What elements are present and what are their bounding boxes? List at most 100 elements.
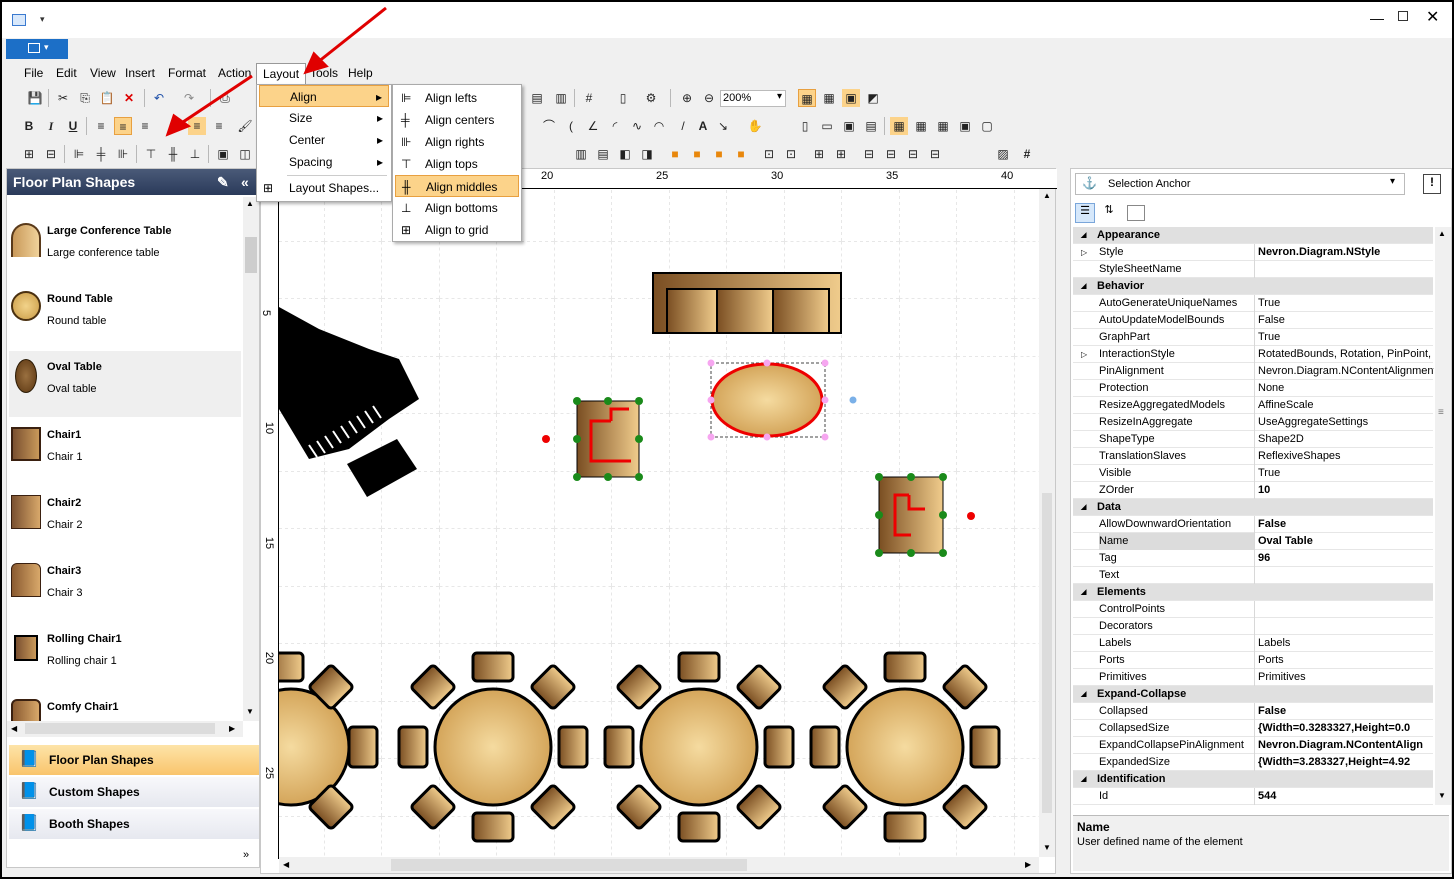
property-row[interactable]: ExpandedSize {Width=3.283327,Height=4.92 (1073, 754, 1433, 771)
bring-front-icon[interactable]: ▣ (214, 145, 232, 163)
print-icon[interactable]: ⎙ (216, 89, 234, 107)
property-row[interactable]: Tag 96 (1073, 550, 1433, 567)
app-menu-button[interactable]: ▾ (6, 39, 68, 59)
scroll-up-icon[interactable]: ▲ (246, 199, 254, 208)
save-document-icon[interactable]: ▣ (840, 117, 858, 135)
property-row[interactable]: Visible True (1073, 465, 1433, 482)
property-value[interactable]: True (1258, 329, 1434, 346)
property-row[interactable]: ControlPoints (1073, 601, 1433, 618)
scroll-right-icon[interactable]: ▶ (229, 724, 235, 733)
category-booth[interactable]: 📘 Booth Shapes (9, 809, 259, 839)
align-lefts-icon[interactable]: ⊫ (70, 145, 88, 163)
view-grid-icon[interactable]: ▦ (890, 117, 908, 135)
text-tool-icon[interactable]: A (694, 117, 712, 135)
expand-icon[interactable]: ▷ (1081, 346, 1087, 363)
spacing-4-icon[interactable]: ⊟ (926, 145, 944, 163)
snap-grid-icon[interactable]: ▦ (798, 89, 816, 107)
menu-help[interactable]: Help (342, 64, 379, 82)
format-painter-icon[interactable]: 🖌 (236, 117, 254, 135)
property-pages-icon[interactable] (1127, 205, 1145, 221)
property-category[interactable]: ◢ Behavior (1073, 278, 1433, 295)
edit-icon[interactable]: ✎ (217, 169, 229, 195)
property-category[interactable]: ◢ Elements (1073, 584, 1433, 601)
menu-item-align-centers[interactable]: ╪ Align centers (395, 109, 519, 131)
menu-item-align-lefts[interactable]: ⊫ Align lefts (395, 87, 519, 109)
property-value[interactable]: True (1258, 465, 1434, 482)
spacing-1-icon[interactable]: ⊟ (860, 145, 878, 163)
property-category[interactable]: ◢ Expand-Collapse (1073, 686, 1433, 703)
property-value[interactable]: Nevron.Diagram.NContentAlign (1258, 737, 1434, 754)
property-row[interactable]: TranslationSlaves ReflexiveShapes (1073, 448, 1433, 465)
menu-item-layout-shapes[interactable]: ⊞ Layout Shapes... (259, 177, 389, 199)
zoom-out-icon[interactable]: ⊖ (700, 89, 718, 107)
property-row[interactable]: AutoUpdateModelBounds False (1073, 312, 1433, 329)
new-document-icon[interactable]: ▯ (796, 117, 814, 135)
property-row[interactable]: ExpandCollapsePinAlignment Nevron.Diagram… (1073, 737, 1433, 754)
diagram-drawing[interactable] (279, 189, 1055, 857)
page-icon[interactable]: ▯ (614, 89, 632, 107)
connector-tool-icon[interactable]: ↘ (714, 117, 732, 135)
list-item[interactable]: Chair1 Chair 1 (9, 419, 241, 485)
print-preview-icon[interactable]: ▤ (862, 117, 880, 135)
valign-bottom-icon[interactable]: ≡ (210, 117, 228, 135)
align-right-text-icon[interactable]: ≡ (136, 117, 154, 135)
property-value[interactable]: Shape2D (1258, 431, 1434, 448)
bold-icon[interactable]: B (20, 117, 38, 135)
align-centers-icon[interactable]: ╪ (92, 145, 110, 163)
scroll-left-icon[interactable]: ◀ (283, 860, 289, 869)
menu-item-align-to-grid[interactable]: ⊞ Align to grid (395, 219, 519, 241)
rotate-icon[interactable]: ◧ (616, 145, 634, 163)
property-value[interactable]: False (1258, 703, 1434, 720)
menu-item-align-rights[interactable]: ⊪ Align rights (395, 131, 519, 153)
property-row[interactable]: Ports Ports (1073, 652, 1433, 669)
gear-icon[interactable]: ⚙ (642, 89, 660, 107)
property-row[interactable]: ResizeAggregatedModels AffineScale (1073, 397, 1433, 414)
collapse-icon[interactable]: ◢ (1081, 499, 1086, 516)
view-tiles-icon[interactable]: ▦ (912, 117, 930, 135)
property-value[interactable]: {Width=3.283327,Height=4.92 (1258, 754, 1434, 771)
property-row[interactable]: ▷ InteractionStyle RotatedBounds, Rotation… (1073, 346, 1434, 363)
property-row[interactable]: AutoGenerateUniqueNames True (1073, 295, 1433, 312)
underline-icon[interactable]: U (64, 117, 82, 135)
spacing-2-icon[interactable]: ⊟ (882, 145, 900, 163)
property-row[interactable]: Text (1073, 567, 1433, 584)
property-row[interactable]: GraphPart True (1073, 329, 1433, 346)
menu-format[interactable]: Format (162, 64, 212, 82)
property-value[interactable]: Nevron.Diagram.NContentAlignment (1258, 363, 1434, 380)
collapse-icon[interactable]: ◢ (1081, 227, 1086, 244)
property-value[interactable]: None (1258, 380, 1434, 397)
snap-off-icon[interactable]: ◩ (864, 89, 882, 107)
property-value[interactable]: Nevron.Diagram.NStyle (1258, 244, 1434, 261)
minimize-button[interactable]: — (1370, 10, 1384, 26)
align-rights-icon[interactable]: ⊪ (114, 145, 132, 163)
property-value[interactable] (1258, 261, 1434, 278)
canvas-hscrollbar[interactable]: ◀ ▶ (279, 857, 1039, 873)
list-item[interactable]: Chair3 Chair 3 (9, 555, 241, 621)
menu-item-align-middles[interactable]: ╫ Align middles (395, 175, 519, 197)
property-row[interactable]: Id 544 (1073, 788, 1433, 805)
menu-file[interactable]: File (18, 64, 49, 82)
property-row[interactable]: ZOrder 10 (1073, 482, 1433, 499)
property-row[interactable]: Protection None (1073, 380, 1433, 397)
arc-tool-icon[interactable]: ⌒ (540, 117, 558, 135)
menu-insert[interactable]: Insert (119, 64, 161, 82)
view-frame-icon[interactable]: ▢ (978, 117, 996, 135)
view-single-icon[interactable]: ▣ (956, 117, 974, 135)
property-row[interactable]: ▷ Style Nevron.Diagram.NStyle (1073, 244, 1433, 261)
center-2-icon[interactable]: ⊞ (832, 145, 850, 163)
shapes-hscrollbar[interactable]: ◀ ▶ (7, 721, 243, 737)
shapes-scrollbar[interactable]: ▲ ▼ (243, 197, 259, 721)
rotate-r-icon[interactable]: ◨ (638, 145, 656, 163)
polyline-tool-icon[interactable]: ∠ (584, 117, 602, 135)
closed-freeform-icon[interactable]: ◠ (650, 117, 668, 135)
property-row[interactable]: Decorators (1073, 618, 1433, 635)
group-icon[interactable]: ⊞ (20, 145, 38, 163)
property-value[interactable]: Primitives (1258, 669, 1434, 686)
view-thumbs-icon[interactable]: ▦ (934, 117, 952, 135)
list-item[interactable]: Chair2 Chair 2 (9, 487, 241, 553)
property-value[interactable] (1258, 618, 1434, 635)
menu-view[interactable]: View (84, 64, 122, 82)
property-value[interactable]: True (1258, 295, 1434, 312)
size-2-icon[interactable]: ⊡ (782, 145, 800, 163)
curve-tool-icon[interactable]: ( (562, 117, 580, 135)
